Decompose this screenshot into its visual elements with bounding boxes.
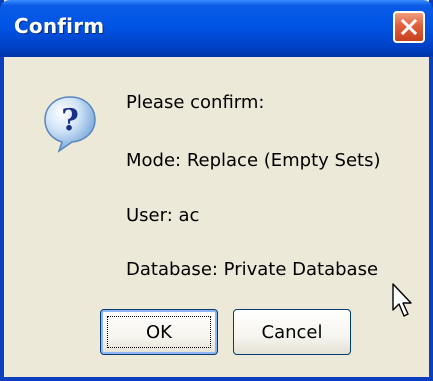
ok-button[interactable]: OK (100, 309, 218, 355)
confirm-dialog: Confirm ? Please confirm: Mode: Replace … (0, 0, 433, 381)
title-bar[interactable]: Confirm (0, 0, 433, 57)
mouse-cursor-icon (392, 283, 412, 317)
user-text: User: ac (126, 205, 200, 226)
svg-text:?: ? (61, 103, 79, 138)
question-icon: ? (44, 96, 96, 153)
mode-text: Mode: Replace (Empty Sets) (126, 150, 381, 171)
close-icon (400, 18, 418, 36)
prompt-text: Please confirm: (126, 92, 265, 113)
focus-rectangle (107, 316, 211, 348)
close-button[interactable] (393, 11, 425, 43)
cancel-button[interactable]: Cancel (233, 309, 351, 355)
cancel-button-label: Cancel (261, 321, 323, 343)
dialog-title: Confirm (14, 14, 105, 38)
database-text: Database: Private Database (126, 259, 379, 280)
